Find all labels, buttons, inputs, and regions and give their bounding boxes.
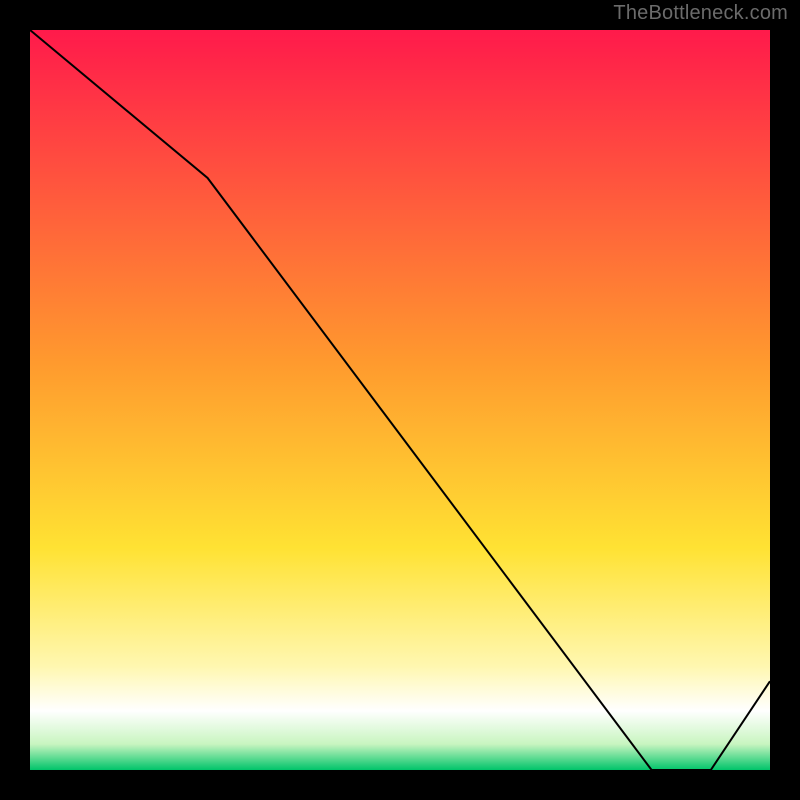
chart-background [30,30,770,770]
chart-container: { "attribution": "TheBottleneck.com", "c… [0,0,800,800]
chart-plot-area [30,30,770,770]
attribution-text: TheBottleneck.com [613,2,788,25]
